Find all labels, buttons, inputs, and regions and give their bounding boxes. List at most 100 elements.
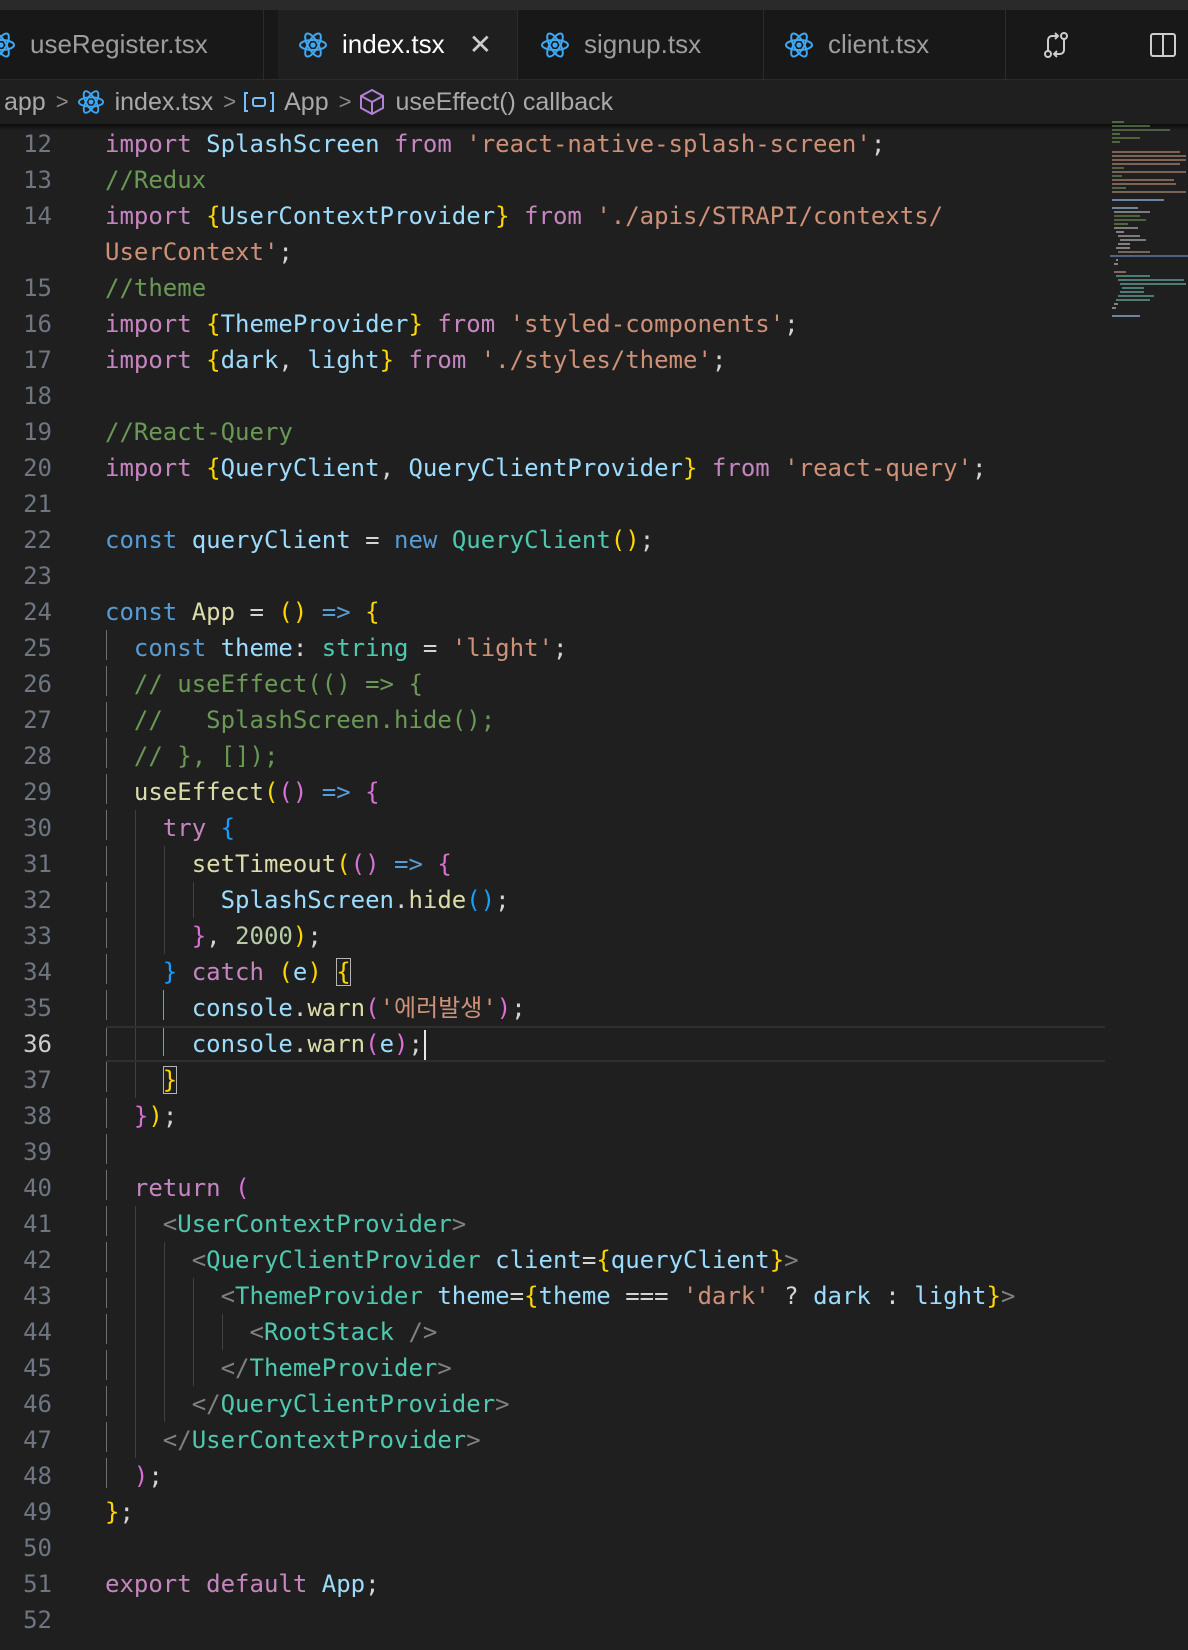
tab-label: client.tsx — [828, 29, 930, 59]
code-line: 22 const queryClient = new QueryClient(); — [0, 522, 1105, 558]
editor-actions — [1013, 10, 1188, 79]
line-number: 50 — [23, 1534, 52, 1562]
line-number: 33 — [23, 922, 52, 950]
line-number: 26 — [23, 670, 52, 698]
code-line: 24 const App = () => { — [0, 594, 1105, 630]
code-line: 52 — [0, 1602, 1105, 1638]
react-icon — [77, 90, 104, 114]
code-line: 32 SplashScreen.hide(); — [0, 882, 1105, 918]
line-number: 18 — [23, 382, 52, 410]
breadcrumb-folder[interactable]: app — [4, 88, 46, 117]
split-editor-icon[interactable] — [1148, 30, 1178, 60]
line-number: 19 — [23, 418, 52, 446]
line-number: 38 — [23, 1102, 52, 1130]
line-number: 44 — [23, 1318, 52, 1346]
line-number: 47 — [23, 1426, 52, 1454]
code-line: 30 try { — [0, 810, 1105, 846]
code-line: 19//React-Query — [0, 414, 1105, 450]
line-number: 30 — [23, 814, 52, 842]
code-line: 39 — [0, 1134, 1105, 1170]
code-line: 17 import {dark, light} from './styles/th… — [0, 342, 1105, 378]
code-line: 25 const theme: string = 'light'; — [0, 630, 1105, 666]
react-icon — [541, 31, 569, 58]
variable-symbol-icon — [244, 92, 275, 112]
window-top-strip — [0, 0, 1188, 10]
line-number: 37 — [23, 1066, 52, 1094]
breadcrumb: app > index.tsx > App > useEffect() call… — [0, 80, 1188, 124]
tab-client[interactable]: client.tsx — [764, 10, 1006, 79]
code-line: 46 </QueryClientProvider> — [0, 1386, 1105, 1422]
compare-changes-icon[interactable] — [1041, 30, 1071, 60]
chevron-right-icon: > — [223, 89, 237, 114]
tab-label: useRegister.tsx — [30, 29, 208, 59]
code-line: 45 </ThemeProvider> — [0, 1350, 1105, 1386]
line-number: 46 — [23, 1390, 52, 1418]
line-number: 25 — [23, 634, 52, 662]
line-number: 14 — [23, 202, 52, 230]
react-icon — [785, 31, 813, 58]
line-number: 20 — [23, 454, 52, 482]
code-line: 28 // }, []); — [0, 738, 1105, 774]
indent-guide — [106, 1134, 107, 1164]
breadcrumb-file[interactable]: index.tsx — [77, 87, 214, 117]
tab-label: signup.tsx — [584, 29, 702, 59]
line-number: 43 — [23, 1282, 52, 1310]
code-line: 31 setTimeout(() => { — [0, 846, 1105, 882]
line-number: 45 — [23, 1354, 52, 1382]
code-line: 35 console.warn('에러발생'); — [0, 990, 1105, 1026]
code-line-current: 36 console.warn(e); — [0, 1026, 1105, 1062]
code-line: 14 import {UserContextProvider} from './a… — [0, 198, 1105, 234]
line-number: 13 — [23, 166, 52, 194]
method-cube-icon — [360, 88, 385, 116]
line-number: 48 — [23, 1462, 52, 1490]
code-line: 18 — [0, 378, 1105, 414]
code-line: 50 — [0, 1530, 1105, 1566]
line-number: 39 — [23, 1138, 52, 1166]
minimap[interactable] — [1110, 118, 1188, 338]
code-line: 21 — [0, 486, 1105, 522]
tab-signup[interactable]: signup.tsx — [518, 10, 764, 79]
line-number: 52 — [23, 1606, 52, 1634]
code-line: 38 }); — [0, 1098, 1105, 1134]
breadcrumb-callback-label: useEffect() callback — [395, 87, 614, 116]
line-number: 42 — [23, 1246, 52, 1274]
breadcrumb-callback[interactable]: useEffect() callback — [359, 88, 613, 117]
code-line: 20 import {QueryClient, QueryClientProvid… — [0, 450, 1105, 486]
code-line: 16 import {ThemeProvider} from 'styled-co… — [0, 306, 1105, 342]
tab-label: index.tsx — [342, 29, 445, 59]
code-line: 27 // SplashScreen.hide(); — [0, 702, 1105, 738]
react-icon — [0, 31, 15, 58]
line-number: 28 — [23, 742, 52, 770]
code-line: 37 } — [0, 1062, 1105, 1098]
line-number: 32 — [23, 886, 52, 914]
close-icon[interactable]: ✕ — [469, 28, 492, 61]
code-line-wrapped: UserContext'; — [105, 238, 293, 266]
breadcrumb-symbol-label: App — [284, 87, 329, 116]
code-editor[interactable]: 12 import SplashScreen from 'react-native… — [0, 126, 1105, 1650]
line-number: 22 — [23, 526, 52, 554]
line-number: 41 — [23, 1210, 52, 1238]
code-line: 13//Redux — [0, 162, 1105, 198]
tab-useRegister[interactable]: useRegister.tsx — [0, 10, 264, 79]
code-line: 34 } catch (e) { — [0, 954, 1105, 990]
chevron-right-icon: > — [338, 89, 352, 114]
line-number: 23 — [23, 562, 52, 590]
line-number: 31 — [23, 850, 52, 878]
code-line: 26 // useEffect(() => { — [0, 666, 1105, 702]
line-number: 36 — [23, 1030, 52, 1058]
breadcrumb-file-label: index.tsx — [114, 87, 214, 116]
code-line: 42 <QueryClientProvider client={queryCli… — [0, 1242, 1105, 1278]
code-line: 33 }, 2000); — [0, 918, 1105, 954]
editor-tab-bar: useRegister.tsx index.tsx ✕ signup.tsx c… — [0, 10, 1188, 80]
line-number: 29 — [23, 778, 52, 806]
code-line: 29 useEffect(() => { — [0, 774, 1105, 810]
tab-index[interactable]: index.tsx ✕ — [278, 10, 518, 79]
breadcrumb-symbol[interactable]: App — [244, 87, 329, 117]
line-number: 34 — [23, 958, 52, 986]
code-line: 51 export default App; — [0, 1566, 1105, 1602]
line-number: 12 — [23, 130, 52, 158]
code-line: 15//theme — [0, 270, 1105, 306]
code-line: 48 ); — [0, 1458, 1105, 1494]
code-line: 47 </UserContextProvider> — [0, 1422, 1105, 1458]
line-number: 21 — [23, 490, 52, 518]
